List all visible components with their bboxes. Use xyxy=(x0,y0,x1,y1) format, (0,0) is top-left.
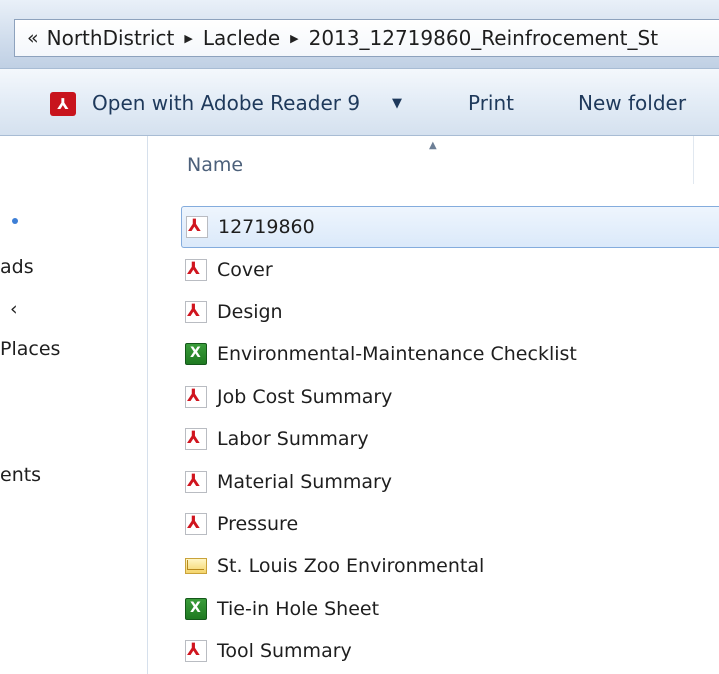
file-name: St. Louis Zoo Environmental xyxy=(217,555,485,578)
file-name: Material Summary xyxy=(217,470,393,493)
overflow-chevron-icon[interactable]: « xyxy=(27,27,39,49)
pdf-file-icon xyxy=(186,216,208,239)
pdf-file-icon xyxy=(185,258,207,281)
file-name: Labor Summary xyxy=(217,428,369,451)
email-message-icon xyxy=(185,558,207,575)
sort-ascending-icon: ▲ xyxy=(429,140,437,151)
open-with-dropdown-icon[interactable]: ▼ xyxy=(392,69,402,137)
file-name: Job Cost Summary xyxy=(217,385,393,408)
file-name: Design xyxy=(217,300,283,323)
open-with-button[interactable]: Open with Adobe Reader 9 xyxy=(92,69,360,137)
file-name: Tie-in Hole Sheet xyxy=(217,597,380,620)
breadcrumb-laclede[interactable]: Laclede xyxy=(203,26,280,50)
pdf-file-icon xyxy=(185,428,207,451)
new-folder-button[interactable]: New folder xyxy=(578,69,686,137)
file-list-pane: ▲ Name 12719860 Cover Design Environment… xyxy=(149,136,719,674)
file-row[interactable]: Labor Summary xyxy=(181,418,719,460)
pdf-file-icon xyxy=(185,385,207,408)
pdf-file-icon xyxy=(185,640,207,663)
command-toolbar: ⅄ Open with Adobe Reader 9 ▼ Print New f… xyxy=(0,68,719,136)
nav-item-dropbox[interactable]: ‹ xyxy=(10,298,18,320)
excel-file-icon xyxy=(185,597,207,620)
breadcrumb-separator-icon[interactable]: ▶ xyxy=(290,32,298,45)
pdf-file-icon xyxy=(185,512,207,535)
file-row[interactable]: Tie-in Hole Sheet xyxy=(181,588,719,630)
file-name: Pressure xyxy=(217,512,299,535)
file-name: Tool Summary xyxy=(217,640,352,663)
file-row[interactable]: Pressure xyxy=(181,503,719,545)
file-row[interactable]: Job Cost Summary xyxy=(181,376,719,418)
column-header-name[interactable]: Name xyxy=(187,154,243,176)
file-name: Environmental-Maintenance Checklist xyxy=(217,343,577,366)
breadcrumb-northdistrict[interactable]: NorthDistrict xyxy=(47,26,175,50)
file-list: 12719860 Cover Design Environmental-Main… xyxy=(181,206,719,672)
address-bar-region: « NorthDistrict ▶ Laclede ▶ 2013_1271986… xyxy=(0,0,719,68)
nav-item-documents[interactable]: ents xyxy=(0,464,41,486)
pdf-file-icon xyxy=(185,300,207,323)
file-row[interactable]: Environmental-Maintenance Checklist xyxy=(181,333,719,375)
file-name: 12719860 xyxy=(218,216,315,239)
nav-item-recent-places[interactable]: Places xyxy=(0,338,60,360)
adobe-reader-icon[interactable]: ⅄ xyxy=(50,92,76,116)
file-row[interactable]: Design xyxy=(181,291,719,333)
file-row[interactable]: Cover xyxy=(181,248,719,290)
column-divider[interactable] xyxy=(693,136,694,184)
nav-expand-icon[interactable] xyxy=(12,218,18,224)
file-row[interactable]: St. Louis Zoo Environmental xyxy=(181,545,719,587)
column-header-row: ▲ Name xyxy=(149,136,719,190)
address-bar[interactable]: « NorthDistrict ▶ Laclede ▶ 2013_1271986… xyxy=(14,19,719,57)
nav-item-downloads[interactable]: ads xyxy=(0,256,34,278)
excel-file-icon xyxy=(185,343,207,366)
print-button[interactable]: Print xyxy=(468,69,514,137)
file-row[interactable]: 12719860 xyxy=(181,206,719,249)
breadcrumb-separator-icon[interactable]: ▶ xyxy=(184,32,192,45)
file-name: Cover xyxy=(217,258,273,281)
navigation-pane[interactable]: ads ‹ Places ents xyxy=(0,136,148,674)
file-row[interactable]: Material Summary xyxy=(181,460,719,502)
pdf-file-icon xyxy=(185,470,207,493)
file-row[interactable]: Tool Summary xyxy=(181,630,719,672)
breadcrumb-current-folder[interactable]: 2013_12719860_Reinfrocement_St xyxy=(309,26,658,50)
